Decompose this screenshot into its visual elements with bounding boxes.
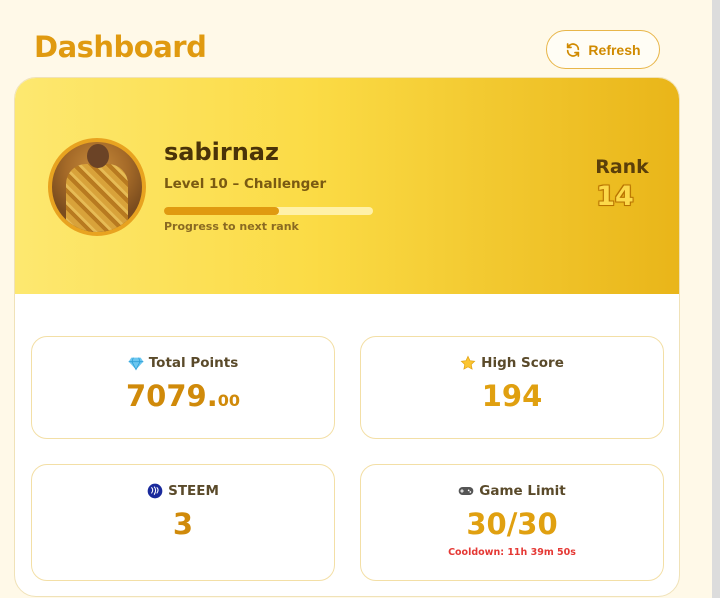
- high-score-value: 194: [481, 379, 543, 413]
- total-points-integer: 7079.: [126, 379, 218, 413]
- game-limit-value: 30/30: [466, 507, 558, 541]
- game-limit-title: Game Limit: [361, 483, 663, 499]
- steem-icon: [147, 483, 163, 499]
- refresh-button[interactable]: Refresh: [546, 30, 660, 69]
- total-points-decimals: 00: [217, 391, 240, 410]
- steem-label: STEEM: [168, 483, 219, 499]
- steem-title: STEEM: [32, 483, 334, 499]
- rank-value: 14: [596, 181, 634, 212]
- username: sabirnaz: [164, 138, 279, 166]
- game-limit-label: Game Limit: [479, 483, 566, 499]
- avatar-head: [87, 144, 109, 168]
- total-points-value: 7079.00: [32, 379, 334, 413]
- high-score-label: High Score: [481, 355, 564, 371]
- rank-label: Rank: [595, 156, 649, 178]
- game-limit-card: Game Limit 30/30 Cooldown: 11h 39m 50s: [360, 464, 664, 581]
- diamond-icon: [128, 355, 144, 371]
- scrollbar[interactable]: [712, 0, 720, 598]
- high-score-card: High Score 194: [360, 336, 664, 439]
- avatar[interactable]: [48, 138, 146, 236]
- total-points-card: Total Points 7079.00: [31, 336, 335, 439]
- high-score-title: High Score: [361, 355, 663, 371]
- rank-progress-fill: [164, 207, 279, 215]
- refresh-label: Refresh: [588, 41, 641, 58]
- progress-label: Progress to next rank: [164, 220, 299, 233]
- total-points-label: Total Points: [148, 355, 239, 371]
- steem-card: STEEM 3: [31, 464, 335, 581]
- steem-value: 3: [172, 507, 194, 541]
- rank-progress-bar: [164, 207, 373, 215]
- total-points-title: Total Points: [32, 355, 334, 371]
- page-title: Dashboard: [34, 30, 207, 64]
- profile-hero: sabirnaz Level 10 – Challenger Progress …: [15, 78, 679, 294]
- cooldown-timer: Cooldown: 11h 39m 50s: [448, 547, 576, 558]
- refresh-icon: [565, 42, 581, 58]
- avatar-photo: [66, 164, 128, 232]
- user-level: Level 10 – Challenger: [164, 176, 327, 192]
- star-icon: [460, 355, 476, 371]
- dashboard-card: sabirnaz Level 10 – Challenger Progress …: [14, 77, 680, 597]
- gamepad-icon: [458, 483, 474, 499]
